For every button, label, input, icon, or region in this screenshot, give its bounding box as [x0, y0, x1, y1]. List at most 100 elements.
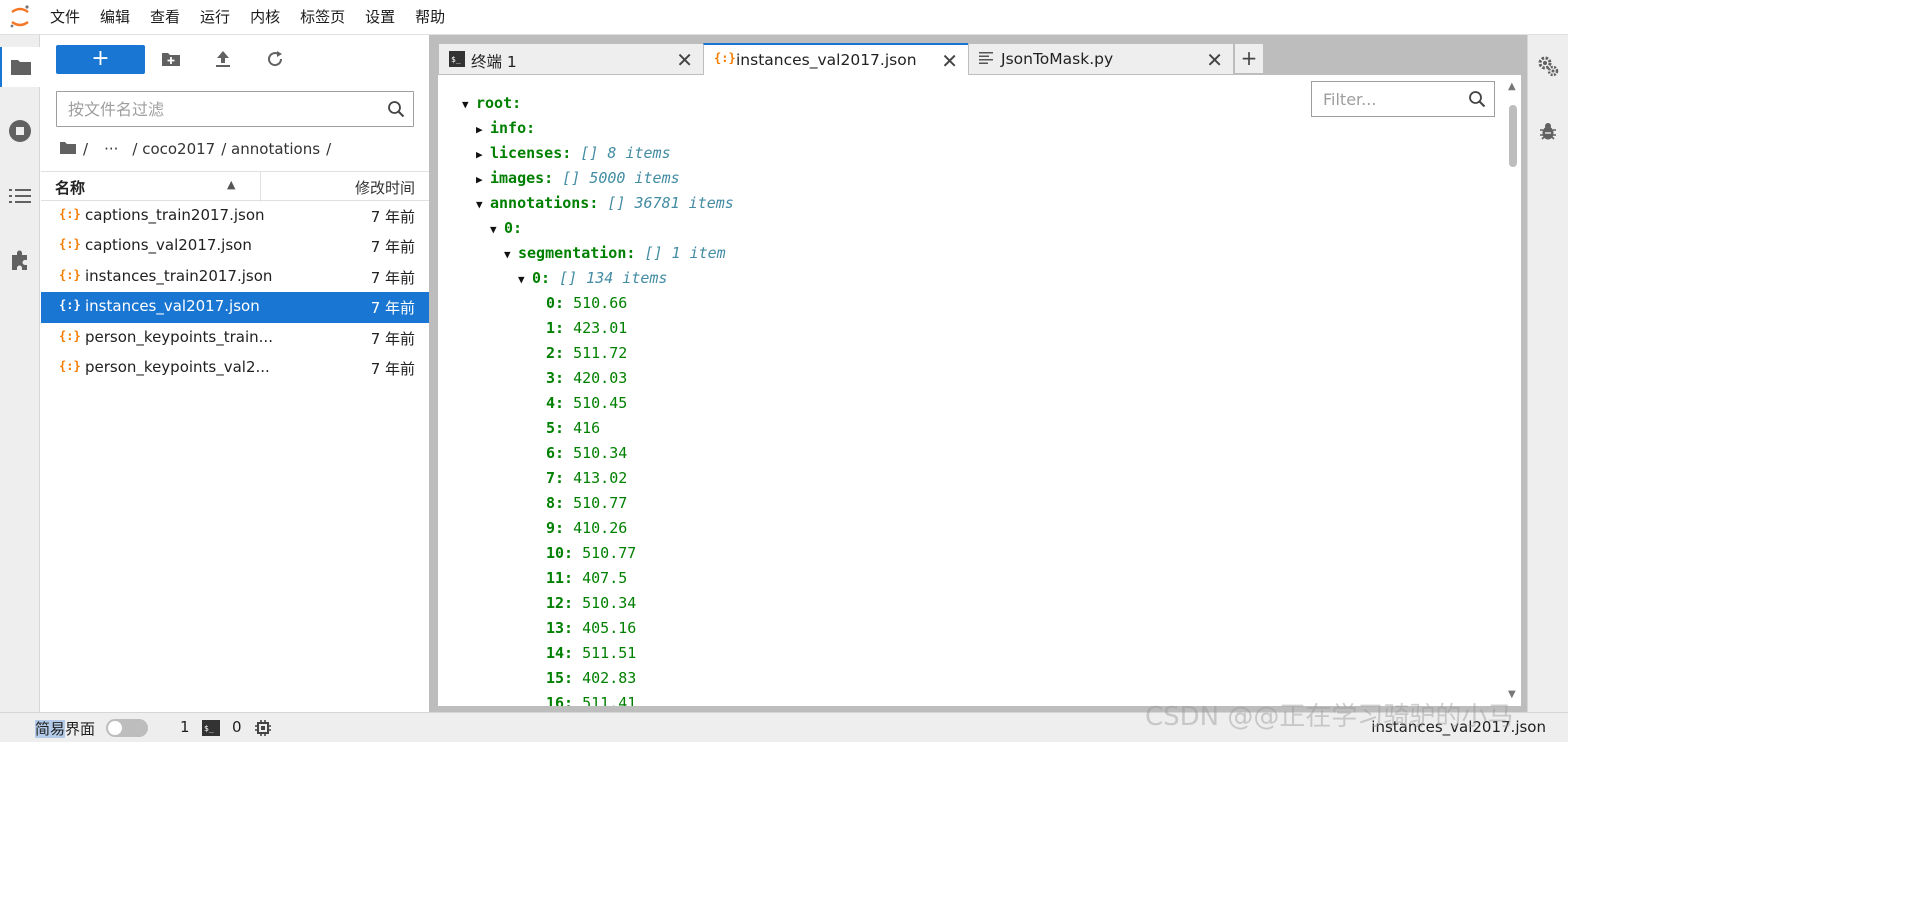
json-key: 11:	[546, 569, 574, 587]
terminal-count[interactable]: 1	[180, 718, 190, 736]
debugger-bug-icon[interactable]	[1536, 119, 1560, 143]
json-tree-node: 15: 402.83	[462, 666, 734, 691]
menu-item[interactable]: 标签页	[290, 0, 355, 35]
menu-item[interactable]: 内核	[240, 0, 290, 35]
breadcrumb-annotations[interactable]: / annotations	[221, 140, 320, 158]
caret-right-icon[interactable]: ▶	[476, 167, 490, 192]
json-key: 8:	[546, 494, 565, 512]
json-tree-node[interactable]: ▼ 0: [] 134 items	[462, 266, 734, 291]
json-key: 4:	[546, 394, 565, 412]
json-filter-field[interactable]	[1311, 81, 1495, 117]
json-tree-node[interactable]: ▼ root:	[462, 91, 734, 116]
json-tree-node[interactable]: ▼ annotations: [] 36781 items	[462, 191, 734, 216]
add-tab-button[interactable]: +	[1234, 43, 1264, 74]
menu-item[interactable]: 文件	[40, 0, 90, 35]
kernel-count[interactable]: 0	[232, 718, 242, 736]
file-filter-input[interactable]	[57, 92, 367, 126]
close-tab-icon[interactable]: ✕	[941, 49, 958, 73]
vertical-scrollbar[interactable]: ▲ ▼	[1505, 75, 1521, 706]
file-modified: 7 年前	[370, 359, 415, 378]
close-tab-icon[interactable]: ✕	[676, 48, 693, 72]
json-array-meta: [] 8 items	[580, 144, 671, 162]
json-key: 13:	[546, 619, 574, 637]
caret-down-icon[interactable]: ▼	[504, 242, 518, 267]
file-list-item[interactable]: {:} instances_val2017.json 7 年前	[41, 292, 429, 323]
menu-item[interactable]: 设置	[355, 0, 405, 35]
json-key: root:	[476, 94, 522, 112]
close-tab-icon[interactable]: ✕	[1206, 48, 1223, 72]
simple-mode-toggle[interactable]	[106, 719, 148, 737]
tab-label: 终端 1	[471, 53, 517, 71]
scroll-up-icon[interactable]: ▲	[1508, 81, 1516, 92]
extension-manager-icon[interactable]	[0, 240, 40, 280]
file-list-item[interactable]: {:} captions_train2017.json 7 年前	[41, 201, 429, 231]
file-browser-toolbar: +	[41, 35, 429, 85]
file-list-item[interactable]: {:} captions_val2017.json 7 年前	[41, 231, 429, 261]
json-tree-node[interactable]: ▼ segmentation: [] 1 item	[462, 241, 734, 266]
json-tree-node: 6: 510.34	[462, 441, 734, 466]
caret-down-icon[interactable]: ▼	[518, 267, 532, 292]
sort-ascending-icon[interactable]: ▲	[227, 178, 235, 191]
file-list-header: 名称 ▲ 修改时间	[41, 171, 429, 202]
search-icon	[387, 100, 405, 122]
json-value: 511.51	[582, 644, 637, 662]
tab-terminal-1[interactable]: $_ 终端 1 ✕	[438, 43, 704, 74]
menu-item[interactable]: 帮助	[405, 0, 455, 35]
json-tree-node: 12: 510.34	[462, 591, 734, 616]
file-list-item[interactable]: {:} person_keypoints_train... 7 年前	[41, 323, 429, 353]
file-browser-tab-icon[interactable]	[0, 47, 40, 87]
json-viewer: ▼ root: ▶ info: ▶ licenses: [] 8 items ▶ images…	[438, 75, 1521, 706]
refresh-icon[interactable]	[263, 47, 287, 71]
tab-instances-val2017-json[interactable]: {:} instances_val2017.json ✕	[703, 43, 969, 75]
json-tree-node: 14: 511.51	[462, 641, 734, 666]
json-tree-node[interactable]: ▶ images: [] 5000 items	[462, 166, 734, 191]
file-name: captions_train2017.json	[85, 206, 265, 224]
menu-item[interactable]: 运行	[190, 0, 240, 35]
upload-icon[interactable]	[211, 47, 235, 71]
panel-splitter[interactable]	[429, 35, 438, 712]
breadcrumb-home-folder-icon[interactable]	[59, 140, 77, 158]
table-of-contents-icon[interactable]	[0, 176, 40, 216]
file-list-item[interactable]: {:} person_keypoints_val2... 7 年前	[41, 353, 429, 383]
terminal-status-icon[interactable]: $_	[202, 720, 220, 740]
property-inspector-gears-icon[interactable]	[1536, 54, 1560, 78]
jupyter-logo-icon[interactable]	[0, 0, 40, 35]
json-key: 14:	[546, 644, 574, 662]
caret-down-icon[interactable]: ▼	[476, 192, 490, 217]
json-file-icon: {:}	[59, 358, 81, 373]
terminal-icon: $_	[449, 51, 465, 71]
json-tree-node[interactable]: ▼ 0:	[462, 216, 734, 241]
json-value: 423.01	[573, 319, 628, 337]
file-list-item[interactable]: {:} instances_train2017.json 7 年前	[41, 262, 429, 292]
running-sessions-icon[interactable]	[0, 111, 40, 151]
file-filter-field[interactable]	[56, 91, 414, 127]
caret-right-icon[interactable]: ▶	[476, 117, 490, 142]
column-name-header[interactable]: 名称	[55, 177, 85, 198]
new-folder-icon[interactable]	[159, 47, 183, 71]
json-array-meta: [] 36781 items	[607, 194, 734, 212]
tab-bar: $_ 终端 1 ✕ {:} instances_val2017.json ✕ J…	[438, 43, 1527, 75]
column-divider[interactable]	[260, 172, 261, 202]
breadcrumb-root-separator: /	[83, 140, 89, 158]
json-tree-node[interactable]: ▶ info:	[462, 116, 734, 141]
json-key: 2:	[546, 344, 565, 362]
tab-label: JsonToMask.py	[1001, 50, 1114, 68]
json-key: segmentation:	[518, 244, 636, 262]
json-filter-input[interactable]	[1312, 82, 1462, 116]
json-value: 511.41	[582, 694, 637, 706]
caret-down-icon[interactable]: ▼	[462, 92, 476, 117]
json-tree-node[interactable]: ▶ licenses: [] 8 items	[462, 141, 734, 166]
new-launcher-button[interactable]: +	[56, 45, 145, 74]
caret-down-icon[interactable]: ▼	[490, 217, 504, 242]
scrollbar-thumb[interactable]	[1509, 105, 1517, 167]
tab-jsontomask-py[interactable]: JsonToMask.py ✕	[968, 43, 1234, 74]
menu-item[interactable]: 编辑	[90, 0, 140, 35]
breadcrumb-coco2017[interactable]: / coco2017	[132, 140, 215, 158]
breadcrumb-ellipsis[interactable]: ···	[104, 140, 118, 158]
menu-item[interactable]: 查看	[140, 0, 190, 35]
caret-right-icon[interactable]: ▶	[476, 142, 490, 167]
file-name: person_keypoints_train...	[85, 327, 273, 346]
column-modified-header[interactable]: 修改时间	[355, 177, 415, 198]
json-key: 10:	[546, 544, 574, 562]
kernel-chip-icon[interactable]	[254, 719, 272, 741]
